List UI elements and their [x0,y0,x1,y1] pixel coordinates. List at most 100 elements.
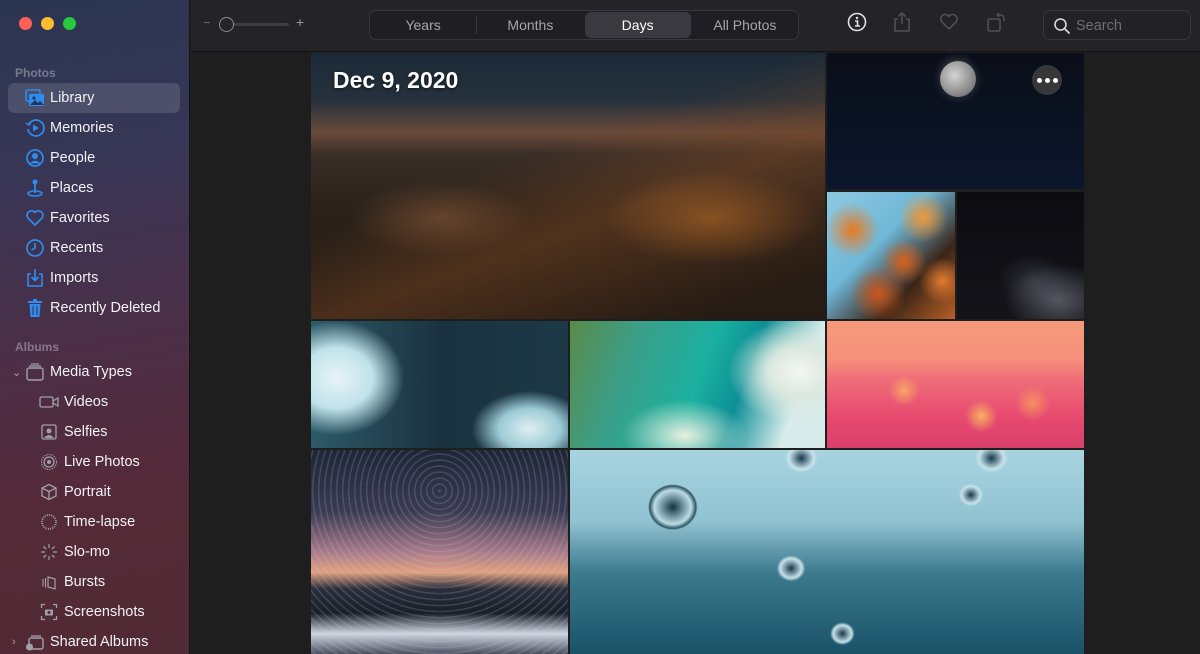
search-field[interactable] [1043,10,1191,40]
trash-icon [25,298,45,318]
chevron-down-icon[interactable]: ⌄ [12,366,22,379]
teal-wave-photo[interactable] [570,321,825,448]
clock-icon [25,238,45,258]
album-stack-icon [25,362,45,382]
sidebar-item-label: Live Photos [64,454,140,470]
water-drops-photo[interactable] [570,450,1084,654]
pink-city-photo[interactable] [827,321,1084,448]
photo-library-icon [25,88,45,108]
sidebar-item-portrait[interactable]: Portrait [8,477,180,507]
sidebar-item-label: People [50,150,96,166]
zoom-out-button[interactable]: − [203,15,211,30]
favorite-button[interactable] [937,12,961,36]
moon-photo[interactable] [827,53,1084,189]
sidebar-item-label: Slo-mo [64,544,110,560]
sidebar-item-label: Library [50,90,95,106]
more-options-button[interactable] [1032,65,1062,95]
photos-section-label: Photos [15,66,56,80]
minimize-window-button[interactable] [41,17,54,30]
star-trails-photo[interactable] [311,450,568,654]
map-pin-icon [25,178,45,198]
sidebar-item-label: Places [50,180,94,196]
sidebar-item-favorites[interactable]: Favorites [8,203,180,233]
rotate-icon [986,11,1006,38]
mountain-photo[interactable]: Dec 9, 2020 [311,53,825,319]
sidebar-item-label: Screenshots [64,604,145,620]
favorite-icon [939,13,959,36]
tab-all-photos[interactable]: All Photos [692,11,798,39]
sidebar: Photos Library Memories People Places Fa… [0,0,190,654]
photo-grid: Dec 9, 2020 [311,53,1084,654]
sidebar-item-memories[interactable]: Memories [8,113,180,143]
sidebar-item-slo-mo[interactable]: Slo-mo [8,537,180,567]
sidebar-item-live-photos[interactable]: Live Photos [8,447,180,477]
sidebar-item-bursts[interactable]: Bursts [8,567,180,597]
sidebar-item-label: Selfies [64,424,108,440]
live-photo-icon [39,452,59,472]
zoom-slider[interactable]: − + [203,14,307,34]
toolbar: − + Years Months Days All Photos [191,0,1200,52]
nebula-photo[interactable] [957,192,1084,319]
info-button[interactable] [845,12,869,36]
zoom-slider-thumb[interactable] [219,17,234,32]
close-window-button[interactable] [19,17,32,30]
cube-icon [39,482,59,502]
sidebar-item-selfies[interactable]: Selfies [8,417,180,447]
sidebar-item-label: Portrait [64,484,111,500]
albums-section-label: Albums [15,340,60,354]
share-button[interactable] [890,11,914,38]
info-icon [847,12,867,37]
tab-years[interactable]: Years [370,11,476,39]
sidebar-item-label: Favorites [50,210,110,226]
sidebar-item-label: Bursts [64,574,106,590]
sidebar-item-shared-albums[interactable]: › Shared Albums [8,627,180,654]
ocean-waves-photo[interactable] [311,321,568,448]
share-icon [893,11,911,38]
sidebar-item-library[interactable]: Library [8,83,180,113]
dot [1052,77,1058,83]
sidebar-item-recently-deleted[interactable]: Recently Deleted [8,293,180,323]
zoom-in-button[interactable]: + [296,14,304,30]
sidebar-item-places[interactable]: Places [8,173,180,203]
zoom-window-button[interactable] [63,17,76,30]
dot [1036,77,1042,83]
sidebar-item-media-types[interactable]: ⌄ Media Types [8,357,180,387]
screenshot-icon [39,602,59,622]
tab-months[interactable]: Months [477,11,583,39]
sidebar-item-videos[interactable]: Videos [8,387,180,417]
rotate-button[interactable] [984,11,1008,38]
search-input[interactable] [1076,16,1184,36]
photo-library-view: Dec 9, 2020 [191,53,1200,654]
tab-days[interactable]: Days [584,12,691,38]
chevron-right-icon[interactable]: › [12,636,22,648]
shared-album-icon [25,632,45,652]
photos-window: Photos Library Memories People Places Fa… [0,0,1200,654]
sidebar-item-label: Imports [50,270,99,286]
sidebar-item-imports[interactable]: Imports [8,263,180,293]
import-icon [25,268,45,288]
leaves-photo[interactable] [827,192,955,319]
date-heading: Dec 9, 2020 [333,67,459,93]
moon [940,61,976,97]
dot [1044,77,1050,83]
zoom-slider-track[interactable] [225,23,289,26]
person-circle-icon [25,148,45,168]
sidebar-item-label: Time-lapse [64,514,136,530]
timelapse-icon [39,512,59,532]
window-controls [19,17,76,30]
sidebar-item-label: Shared Albums [50,634,149,650]
bursts-icon [39,572,59,592]
sidebar-item-recents[interactable]: Recents [8,233,180,263]
memories-icon [25,118,45,138]
sidebar-item-label: Recents [50,240,104,256]
sidebar-item-label: Recently Deleted [50,300,161,316]
sidebar-item-label: Media Types [50,364,132,380]
sidebar-item-label: Videos [64,394,109,410]
video-camera-icon [39,392,59,412]
sidebar-item-time-lapse[interactable]: Time-lapse [8,507,180,537]
sidebar-item-people[interactable]: People [8,143,180,173]
search-icon [1053,17,1071,40]
view-tabs: Years Months Days All Photos [369,10,799,40]
sidebar-item-screenshots[interactable]: Screenshots [8,597,180,627]
slomo-icon [39,542,59,562]
